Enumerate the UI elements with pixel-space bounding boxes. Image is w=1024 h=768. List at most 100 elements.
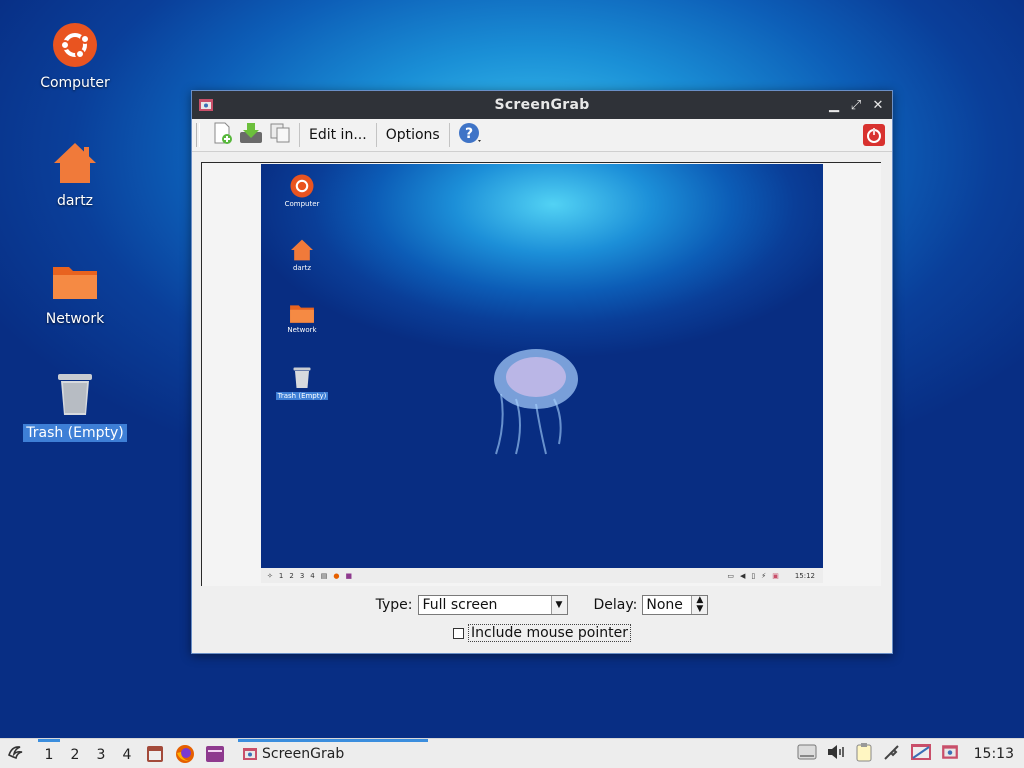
spin-down-icon[interactable]: ▼ bbox=[692, 605, 707, 614]
type-select-value: Full screen bbox=[422, 597, 498, 613]
volume-button[interactable] bbox=[826, 743, 846, 765]
toolbar: Edit in... Options ? bbox=[192, 119, 892, 152]
network-button[interactable] bbox=[882, 742, 902, 766]
capture-options-row: Type: Full screen ▼ Delay: None ▲ ▼ bbox=[192, 594, 892, 616]
workspace-2[interactable]: 2 bbox=[62, 739, 88, 768]
type-select[interactable]: Full screen ▼ bbox=[417, 595, 568, 615]
toolbar-grip[interactable] bbox=[196, 123, 200, 147]
desktop-icon-label: Network bbox=[45, 311, 105, 327]
desktop-icon-home[interactable]: dartz bbox=[20, 138, 130, 210]
firefox-icon: ● bbox=[333, 571, 340, 580]
screengrab-tray-icon bbox=[941, 744, 958, 759]
desktop-icon-computer[interactable]: Computer bbox=[20, 20, 130, 92]
home-folder-icon bbox=[291, 239, 313, 261]
desktop-icon-label: dartz bbox=[56, 193, 94, 209]
quit-button[interactable] bbox=[862, 123, 886, 151]
preview-icon-network: Network bbox=[272, 302, 332, 334]
desktop-icon-trash[interactable]: Trash (Empty) bbox=[20, 370, 130, 442]
task-label: ScreenGrab bbox=[262, 745, 345, 762]
include-pointer-label[interactable]: Include mouse pointer bbox=[468, 624, 631, 642]
taskbar-clock[interactable]: 15:13 bbox=[974, 746, 1014, 762]
delay-label: Delay: bbox=[593, 597, 638, 613]
help-icon: ? bbox=[458, 121, 484, 149]
window-titlebar[interactable]: ScreenGrab ▁ ⤢ ✕ bbox=[192, 91, 892, 119]
desktop-icon-label: Computer bbox=[40, 75, 110, 91]
preview-icon-label: dartz bbox=[292, 264, 312, 272]
desktop-icon-network[interactable]: Network bbox=[20, 256, 130, 328]
edit-in-button[interactable]: Edit in... bbox=[305, 122, 371, 148]
volume-icon: ◀ bbox=[740, 571, 746, 580]
ubuntu-logo-icon bbox=[50, 20, 100, 70]
new-screenshot-button[interactable] bbox=[208, 122, 236, 148]
trash-icon bbox=[50, 370, 100, 420]
start-menu-button[interactable] bbox=[2, 743, 32, 765]
app-launcher-icon: ■ bbox=[345, 571, 353, 580]
screengrab-app-icon bbox=[198, 97, 214, 117]
svg-text:?: ? bbox=[465, 126, 473, 142]
network-icon: ⚡ bbox=[761, 571, 767, 580]
save-button[interactable] bbox=[236, 122, 266, 148]
window-title: ScreenGrab bbox=[494, 97, 590, 113]
screenshot-tool-icon bbox=[910, 743, 931, 760]
close-button[interactable]: ✕ bbox=[870, 95, 886, 115]
app-launcher-icon bbox=[206, 745, 224, 762]
delay-value: None bbox=[646, 597, 683, 613]
preview-workspace: 2 bbox=[289, 571, 294, 580]
volume-icon bbox=[827, 744, 844, 759]
screengrab-tray-icon: ▣ bbox=[772, 571, 779, 580]
jellyfish-image bbox=[494, 349, 578, 455]
file-manager-icon: ▤ bbox=[320, 571, 328, 580]
preview-icon-label: Trash (Empty) bbox=[275, 392, 329, 400]
ubuntu-logo-icon bbox=[290, 174, 314, 198]
network-plug-icon bbox=[883, 744, 899, 760]
new-screenshot-icon bbox=[211, 122, 233, 148]
file-manager-icon bbox=[147, 745, 163, 762]
system-tray: 15:13 bbox=[796, 742, 1020, 766]
drive-icon: ▭ bbox=[727, 571, 735, 580]
drive-icon bbox=[797, 744, 817, 759]
type-label: Type: bbox=[375, 597, 413, 613]
workspace-4[interactable]: 4 bbox=[114, 739, 140, 768]
firefox-icon bbox=[176, 744, 194, 763]
chevron-down-icon[interactable]: ▼ bbox=[550, 596, 567, 614]
copy-icon bbox=[269, 122, 291, 148]
preview-icon-trash: Trash (Empty) bbox=[272, 366, 332, 400]
power-icon bbox=[862, 124, 886, 151]
workspace-1[interactable]: 1 bbox=[36, 738, 62, 768]
lubuntu-menu-icon bbox=[8, 745, 23, 759]
maximize-button[interactable]: ⤢ bbox=[848, 95, 864, 115]
folder-icon bbox=[50, 256, 100, 306]
removable-drive-button[interactable] bbox=[796, 742, 818, 766]
app-launcher[interactable] bbox=[200, 745, 230, 763]
clipboard-button[interactable] bbox=[854, 742, 874, 766]
options-button[interactable]: Options bbox=[382, 122, 444, 148]
toolbar-separator bbox=[375, 123, 377, 147]
preview-clock: 15:12 bbox=[794, 571, 815, 580]
delay-spinbox[interactable]: None ▲ ▼ bbox=[642, 595, 709, 615]
menu-icon: ✧ bbox=[267, 571, 273, 580]
help-button[interactable]: ? bbox=[455, 122, 487, 148]
screengrab-tray-button[interactable] bbox=[940, 743, 960, 765]
preview-icon-home: dartz bbox=[272, 238, 332, 272]
file-manager-launcher[interactable] bbox=[140, 745, 170, 763]
firefox-launcher[interactable] bbox=[170, 744, 200, 764]
home-folder-icon bbox=[50, 138, 100, 188]
screenshot-preview: Computer dartz Network Trash (Empty) ✧ 1… bbox=[201, 162, 881, 586]
taskbar-task-screengrab[interactable]: ScreenGrab bbox=[238, 738, 428, 768]
taskbar: 1 2 3 4 ScreenGrab 15:13 bbox=[0, 738, 1024, 768]
include-pointer-row[interactable]: Include mouse pointer bbox=[192, 623, 892, 643]
screengrab-app-icon bbox=[243, 747, 257, 760]
preview-icon-label: Network bbox=[287, 326, 317, 334]
screenshot-tray-button[interactable] bbox=[910, 742, 932, 766]
include-pointer-checkbox[interactable] bbox=[453, 627, 465, 639]
clipboard-icon: ▯ bbox=[751, 571, 756, 580]
copy-button[interactable] bbox=[266, 122, 294, 148]
workspace-3[interactable]: 3 bbox=[88, 739, 114, 768]
preview-image: Computer dartz Network Trash (Empty) bbox=[261, 164, 823, 568]
preview-workspace: 3 bbox=[299, 571, 305, 580]
minimize-button[interactable]: ▁ bbox=[826, 95, 842, 115]
toolbar-separator bbox=[299, 123, 300, 147]
folder-icon bbox=[290, 305, 314, 323]
screengrab-window: ScreenGrab ▁ ⤢ ✕ Edit in... Options ? Co… bbox=[191, 90, 893, 654]
preview-workspace: 1 bbox=[278, 571, 284, 580]
